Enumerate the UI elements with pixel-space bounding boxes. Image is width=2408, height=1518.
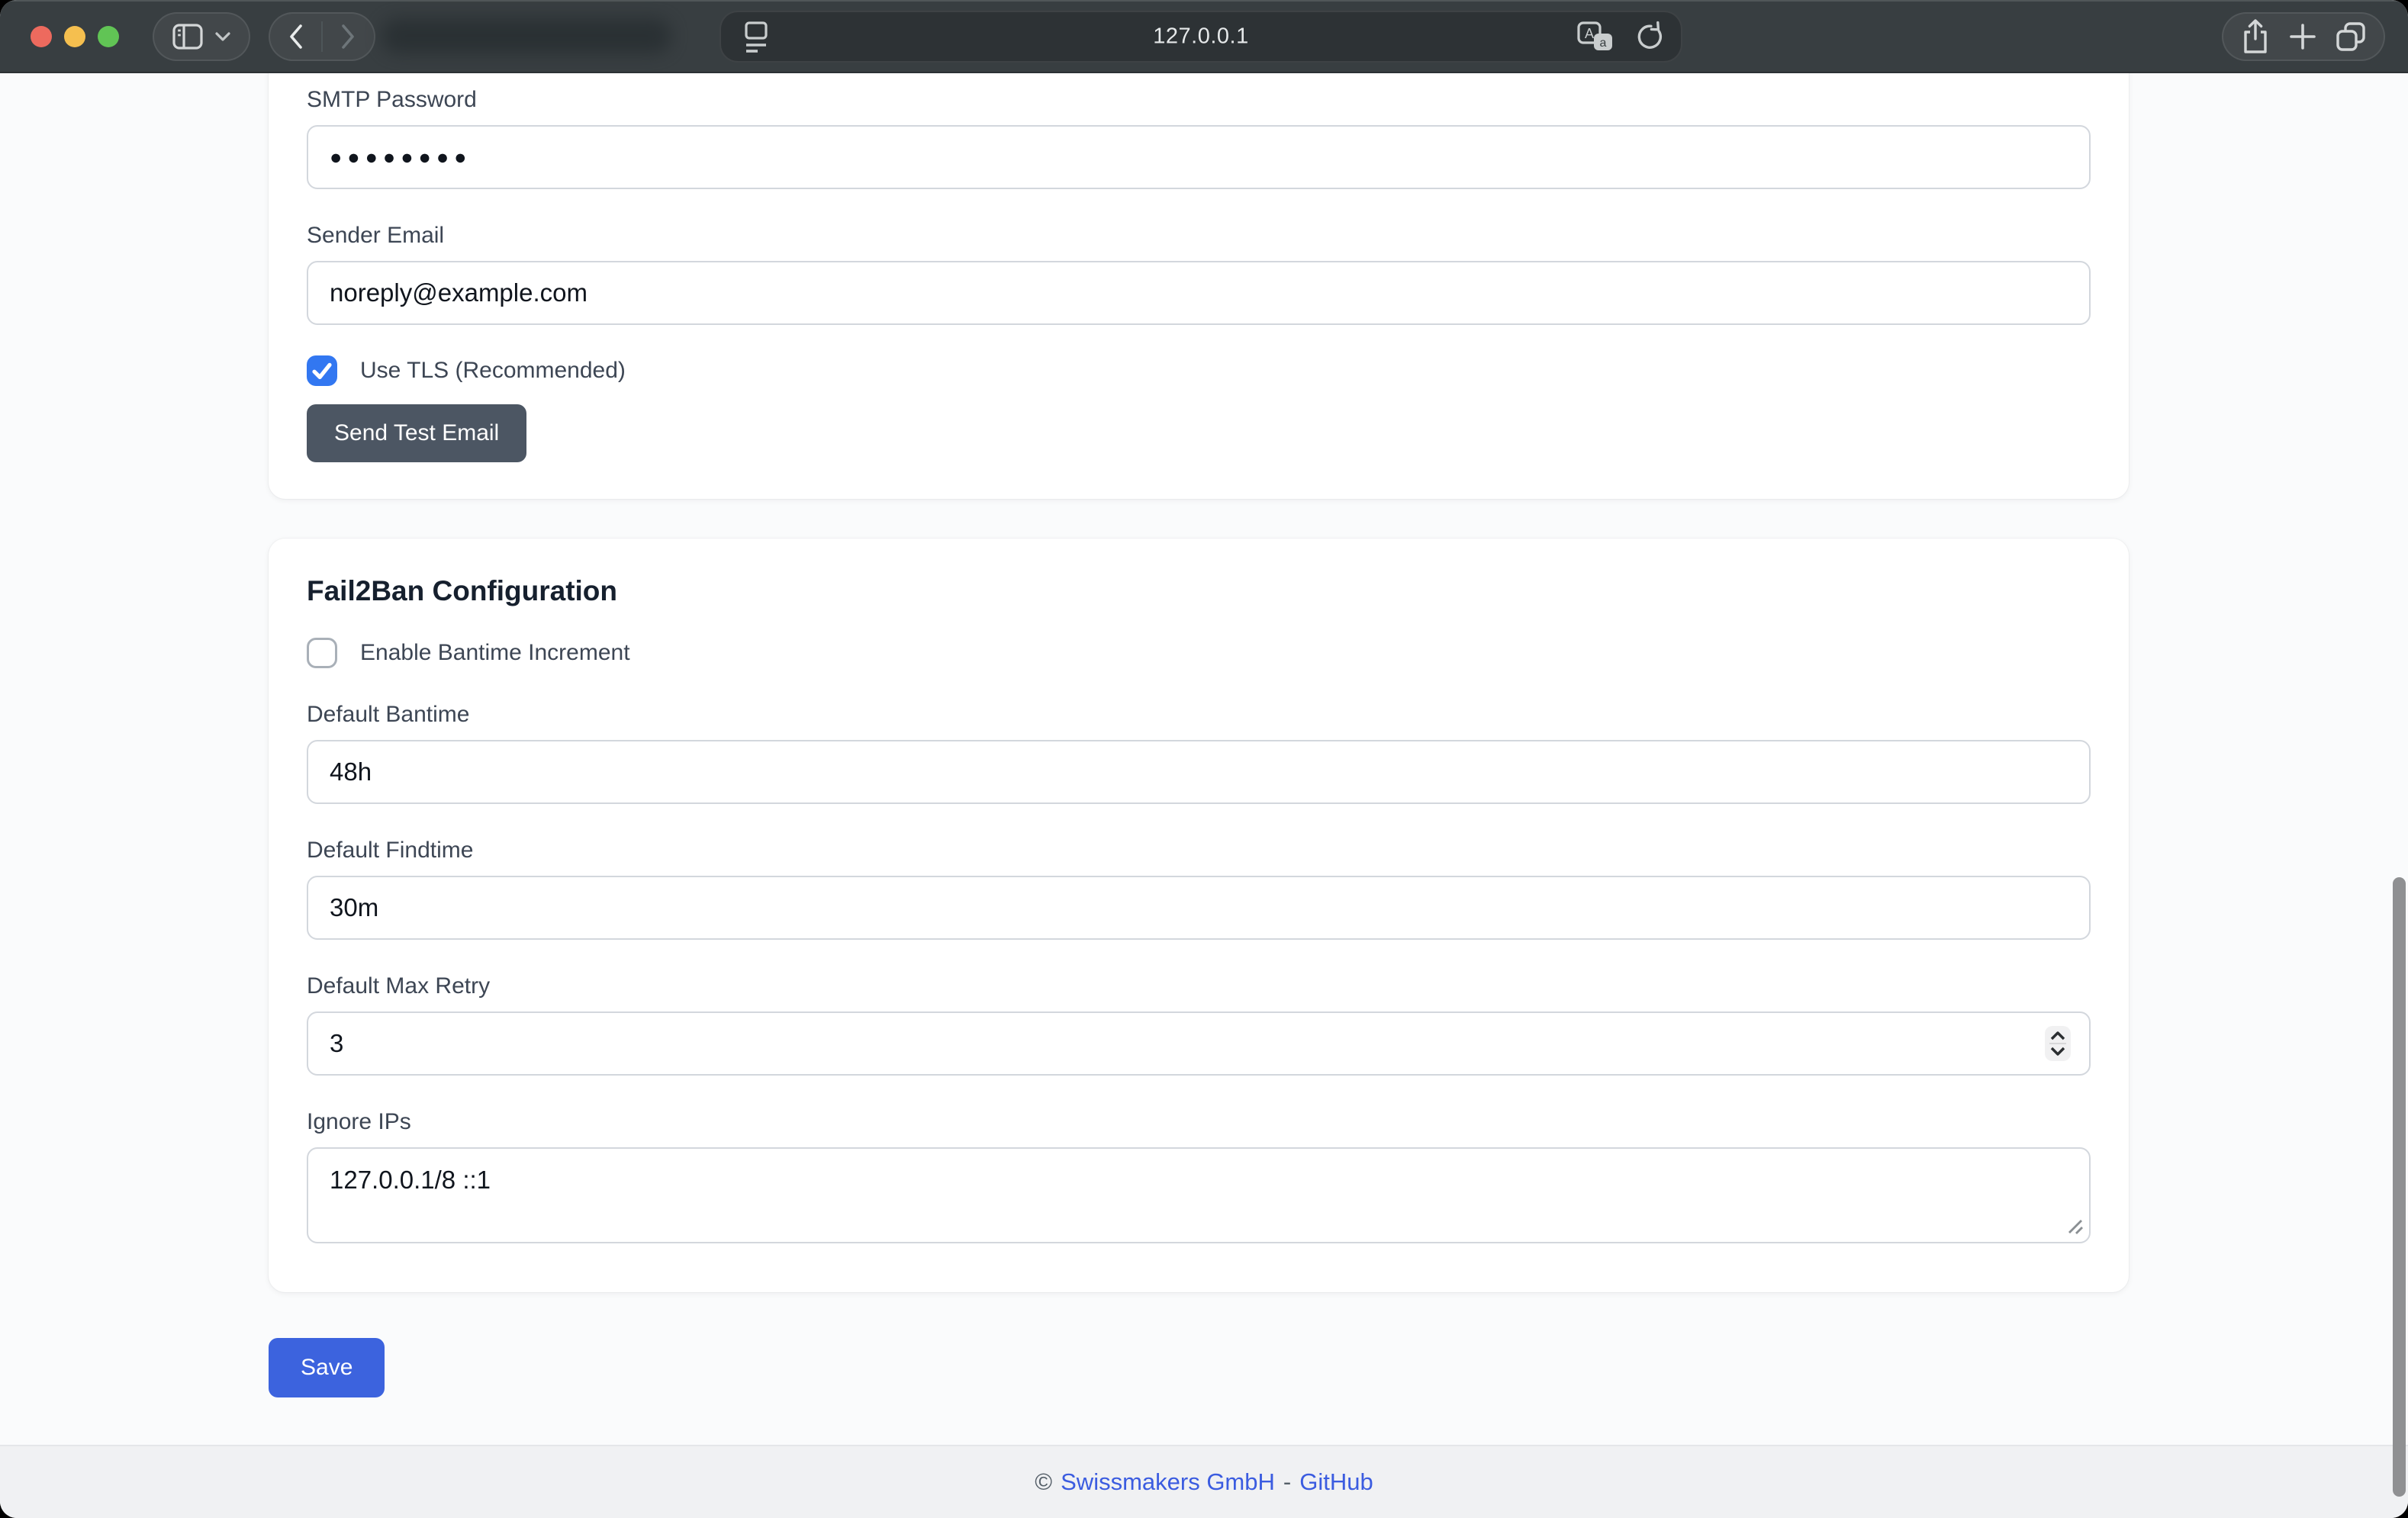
- forward-icon: [337, 21, 359, 52]
- company-link[interactable]: Swissmakers GmbH: [1061, 1468, 1275, 1496]
- blurred-tab-title: [381, 18, 671, 53]
- enable-bantime-increment-checkbox[interactable]: [307, 638, 337, 668]
- send-test-email-button[interactable]: Send Test Email: [307, 404, 526, 462]
- sidebar-toggle-button[interactable]: [153, 12, 250, 61]
- default-bantime-input[interactable]: [307, 740, 2091, 804]
- toolbar-right-buttons: [2222, 12, 2385, 61]
- default-bantime-label: Default Bantime: [307, 702, 2091, 728]
- tab-overview-icon[interactable]: [2333, 19, 2368, 54]
- back-icon: [285, 21, 307, 52]
- close-window-button[interactable]: [31, 26, 52, 47]
- svg-text:a: a: [1600, 37, 1607, 50]
- checkmark-icon: [307, 355, 337, 386]
- url-text: 127.0.0.1: [1153, 24, 1248, 50]
- sender-email-label: Sender Email: [307, 223, 2091, 249]
- ignore-ips-textarea[interactable]: 127.0.0.1/8 ::1: [307, 1147, 2091, 1243]
- browser-window: 127.0.0.1 A a: [0, 0, 2408, 1518]
- enable-bantime-increment-label: Enable Bantime Increment: [360, 640, 630, 666]
- forward-button[interactable]: [323, 14, 374, 59]
- new-tab-icon[interactable]: [2287, 21, 2318, 52]
- save-button[interactable]: Save: [269, 1338, 385, 1397]
- use-tls-label: Use TLS (Recommended): [360, 358, 626, 384]
- browser-toolbar: 127.0.0.1 A a: [0, 0, 2408, 73]
- github-link[interactable]: GitHub: [1299, 1468, 1373, 1496]
- ignore-ips-label: Ignore IPs: [307, 1109, 2091, 1135]
- share-icon[interactable]: [2239, 17, 2272, 56]
- svg-text:A: A: [1585, 26, 1594, 41]
- smtp-password-label: SMTP Password: [307, 87, 2091, 113]
- page-footer: © Swissmakers GmbH - GitHub: [0, 1445, 2408, 1518]
- textarea-resize-handle[interactable]: [2065, 1216, 2084, 1236]
- default-findtime-label: Default Findtime: [307, 838, 2091, 864]
- sidebar-icon: [171, 21, 204, 52]
- nav-buttons: [269, 12, 375, 61]
- sender-email-input[interactable]: [307, 261, 2091, 325]
- page-body: SMTP Password Sender Email Use TLS (Reco…: [0, 73, 2408, 1518]
- fail2ban-title: Fail2Ban Configuration: [307, 575, 2091, 607]
- back-button[interactable]: [270, 14, 321, 59]
- fail2ban-card: Fail2Ban Configuration Enable Bantime In…: [269, 539, 2129, 1292]
- reader-view-icon[interactable]: [741, 18, 771, 55]
- stepper-up-icon: [2050, 1031, 2065, 1040]
- scrollbar-thumb[interactable]: [2393, 877, 2406, 1497]
- default-max-retry-label: Default Max Retry: [307, 973, 2091, 999]
- minimize-window-button[interactable]: [64, 26, 85, 47]
- footer-separator: -: [1283, 1468, 1291, 1496]
- default-max-retry-input[interactable]: [307, 1011, 2091, 1076]
- stepper-down-icon: [2050, 1047, 2065, 1056]
- chevron-down-icon: [214, 31, 232, 43]
- number-stepper[interactable]: [2045, 1026, 2071, 1061]
- reload-icon[interactable]: [1634, 20, 1664, 53]
- smtp-password-input[interactable]: [307, 125, 2091, 189]
- address-bar[interactable]: 127.0.0.1 A a: [720, 11, 1682, 63]
- copyright-symbol: ©: [1035, 1468, 1052, 1496]
- traffic-lights: [31, 26, 119, 47]
- translate-icon[interactable]: A a: [1576, 20, 1615, 53]
- default-findtime-input[interactable]: [307, 876, 2091, 940]
- zoom-window-button[interactable]: [98, 26, 119, 47]
- smtp-settings-card: SMTP Password Sender Email Use TLS (Reco…: [269, 73, 2129, 499]
- use-tls-checkbox[interactable]: [307, 355, 337, 386]
